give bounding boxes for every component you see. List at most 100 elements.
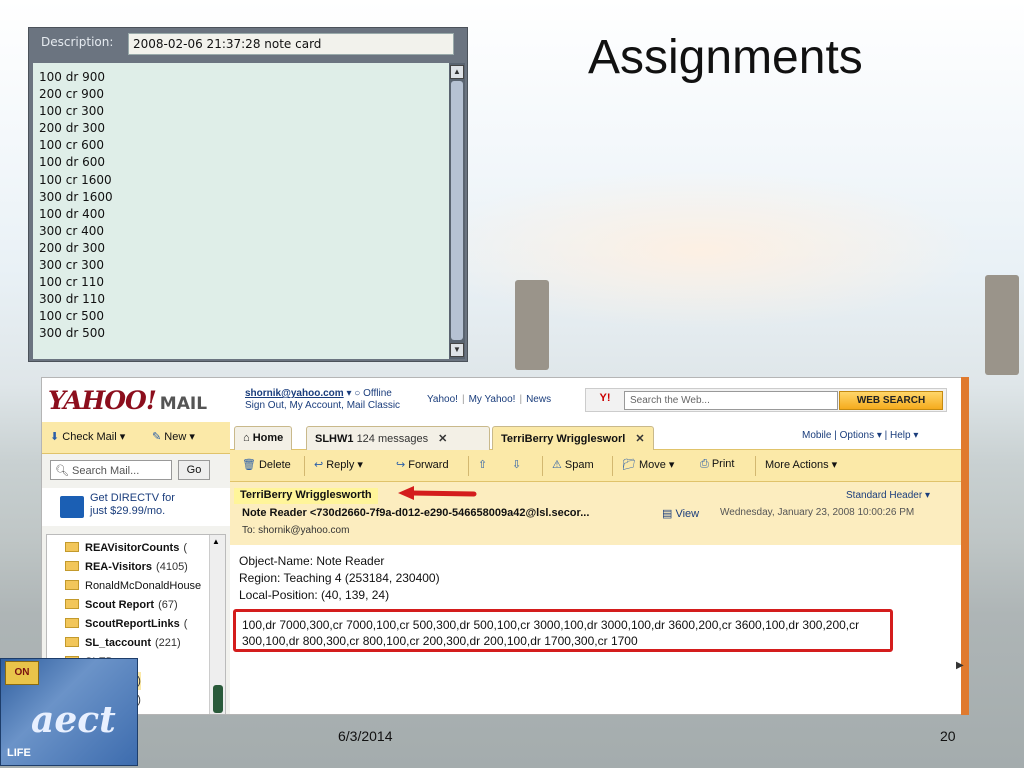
folder-item[interactable]: ScoutReportLinks(: [65, 615, 187, 633]
ad-text: Get DIRECTV for just $29.99/mo.: [90, 492, 175, 518]
delete-button[interactable]: 🗑︎ Delete: [242, 458, 291, 471]
scroll-thumb[interactable]: [213, 685, 223, 713]
recipient-line: To: shornik@yahoo.com: [242, 525, 350, 536]
top-link-my-yahoo[interactable]: My Yahoo!: [469, 394, 516, 405]
folder-count: (: [183, 618, 188, 630]
top-link-yahoo[interactable]: Yahoo!: [427, 394, 458, 405]
logo-text: aect: [31, 699, 116, 741]
folder-name: REA-Visitors: [85, 561, 153, 573]
chevron-down-icon[interactable]: ▾: [346, 388, 351, 399]
printer-icon: ⎙: [700, 458, 709, 470]
toolbar-divider: [304, 456, 305, 476]
folder-icon: [65, 561, 79, 571]
folder-icon: [65, 599, 79, 609]
standard-header-toggle[interactable]: Standard Header ▾: [846, 490, 930, 501]
pier-post: [515, 280, 549, 370]
top-link-news[interactable]: News: [526, 394, 551, 405]
forward-label: Forward: [408, 459, 449, 471]
view-label: View: [675, 508, 700, 520]
web-search-bar: Y! Search the Web... WEB SEARCH: [585, 388, 947, 412]
tab-links[interactable]: Mobile | Options ▾ | Help ▾: [802, 430, 918, 441]
view-link[interactable]: ▤ View: [662, 507, 699, 520]
folder-item[interactable]: RonaldMcDonaldHouse: [65, 577, 205, 595]
note-line: 100 dr 600: [39, 155, 105, 170]
web-search-button[interactable]: WEB SEARCH: [839, 391, 943, 410]
scroll-right-icon[interactable]: ▶: [956, 660, 964, 671]
forward-icon: ↪: [396, 459, 406, 471]
message-date: Wednesday, January 23, 2008 10:00:26 PM: [720, 507, 915, 518]
folder-count: (: [183, 542, 187, 554]
description-field[interactable]: 2008-02-06 21:37:28 note card: [128, 33, 454, 55]
scroll-up-icon[interactable]: ▲: [212, 537, 220, 546]
folder-icon: [65, 542, 79, 552]
folder-count: (4105): [156, 561, 188, 573]
note-line: 100 cr 110: [39, 275, 104, 290]
scroll-up-icon[interactable]: ▲: [450, 65, 464, 79]
close-icon[interactable]: ✕: [438, 433, 447, 445]
note-line: 300 cr 400: [39, 223, 104, 238]
folder-scrollbar[interactable]: ▲: [209, 535, 225, 714]
folder-move-icon: 📁︎: [622, 459, 636, 471]
account-links[interactable]: Sign Out, My Account, Mail Classic: [245, 400, 400, 411]
tab-slhw1[interactable]: SLHW1 124 messages ✕: [306, 426, 490, 450]
go-button[interactable]: Go: [178, 460, 210, 480]
web-search-input[interactable]: Search the Web...: [624, 391, 838, 410]
home-icon: ⌂: [243, 432, 250, 444]
toolbar-divider: [468, 456, 469, 476]
folder-count: (67): [158, 599, 178, 611]
main-content: ⌂ Home SLHW1 124 messages ✕ TerriBerry Wr…: [230, 422, 962, 714]
reply-button[interactable]: ↩ Reply ▾: [314, 458, 363, 471]
folder-icon: [65, 637, 79, 647]
close-icon[interactable]: ✕: [635, 433, 644, 445]
folder-item[interactable]: REA-Visitors (4105): [65, 558, 188, 576]
folder-item[interactable]: REAVisitorCounts(: [65, 539, 187, 557]
folder-item[interactable]: Scout Report (67): [65, 596, 178, 614]
forward-button[interactable]: ↪ Forward: [396, 458, 449, 471]
note-text-area[interactable]: 100 dr 900 200 cr 900 100 cr 300 200 dr 300…: [33, 63, 449, 359]
new-button[interactable]: ✎ New ▾: [152, 430, 195, 443]
note-line: 300 cr 300: [39, 258, 104, 273]
logo-sub: LIFE: [7, 747, 31, 759]
note-line: 100 cr 300: [39, 104, 104, 119]
download-icon: ⬇: [50, 431, 60, 443]
tab-slhw1-count: 124 messages: [356, 433, 429, 445]
yahoo-mail-window: YAHOO! MAIL shornik@yahoo.com ▾ ○ Offline…: [41, 377, 967, 715]
previous-button[interactable]: ⇧: [478, 458, 490, 471]
next-button[interactable]: ⇩: [512, 458, 524, 471]
background-glow: [420, 170, 980, 330]
status-link[interactable]: Offline: [363, 388, 392, 399]
tab-home[interactable]: ⌂ Home: [234, 426, 293, 450]
tab-bar: ⌂ Home SLHW1 124 messages ✕ TerriBerry Wr…: [230, 422, 962, 450]
account-email-link[interactable]: shornik@yahoo.com: [245, 388, 344, 399]
tab-message[interactable]: TerriBerry Wrigglesworl ✕: [492, 426, 654, 450]
spam-icon: ⚠: [552, 459, 562, 471]
directv-ad[interactable]: Get DIRECTV for just $29.99/mo.: [42, 488, 230, 526]
aect-logo: ON aect LIFE: [0, 658, 138, 766]
note-card-window: Description: 2008-02-06 21:37:28 note ca…: [28, 27, 468, 362]
toolbar-divider: [612, 456, 613, 476]
contact-card-icon: ▤: [662, 508, 673, 520]
note-line: 100 dr 400: [39, 206, 105, 221]
note-scrollbar[interactable]: ▲ ▼: [449, 63, 465, 359]
highlight-box: 100,dr 7000,300,cr 7000,100,cr 500,300,d…: [233, 609, 893, 652]
folder-name: SL_taccount: [85, 637, 152, 649]
delete-label: Delete: [258, 459, 291, 471]
check-mail-button[interactable]: ⬇ Check Mail ▾: [50, 430, 125, 443]
print-button[interactable]: ⎙ Print: [700, 458, 734, 471]
spam-button[interactable]: ⚠ Spam: [552, 458, 594, 471]
scroll-thumb[interactable]: [451, 81, 463, 340]
logo-badge: ON: [5, 661, 39, 685]
sender-name[interactable]: TerriBerry Wrigglesworth: [234, 488, 378, 504]
search-mail-input[interactable]: 🔍︎ Search Mail...: [50, 460, 172, 480]
move-button[interactable]: 📁︎ Move ▾: [622, 458, 674, 471]
folder-icon: [65, 580, 79, 590]
message-subject: Note Reader <730d2660-7f9a-d012-e290-546…: [242, 507, 590, 519]
folder-icon: [65, 618, 79, 628]
scroll-down-icon[interactable]: ▼: [450, 343, 464, 357]
note-line: 300 dr 1600: [39, 189, 113, 204]
folder-item[interactable]: SL_taccount (221): [65, 634, 181, 652]
highlighted-data: 100,dr 7000,300,cr 7000,100,cr 500,300,d…: [242, 618, 860, 648]
more-actions-button[interactable]: More Actions ▾: [765, 458, 837, 471]
note-line: 200 cr 900: [39, 87, 104, 102]
yahoo-logo[interactable]: YAHOO! MAIL: [48, 386, 207, 415]
